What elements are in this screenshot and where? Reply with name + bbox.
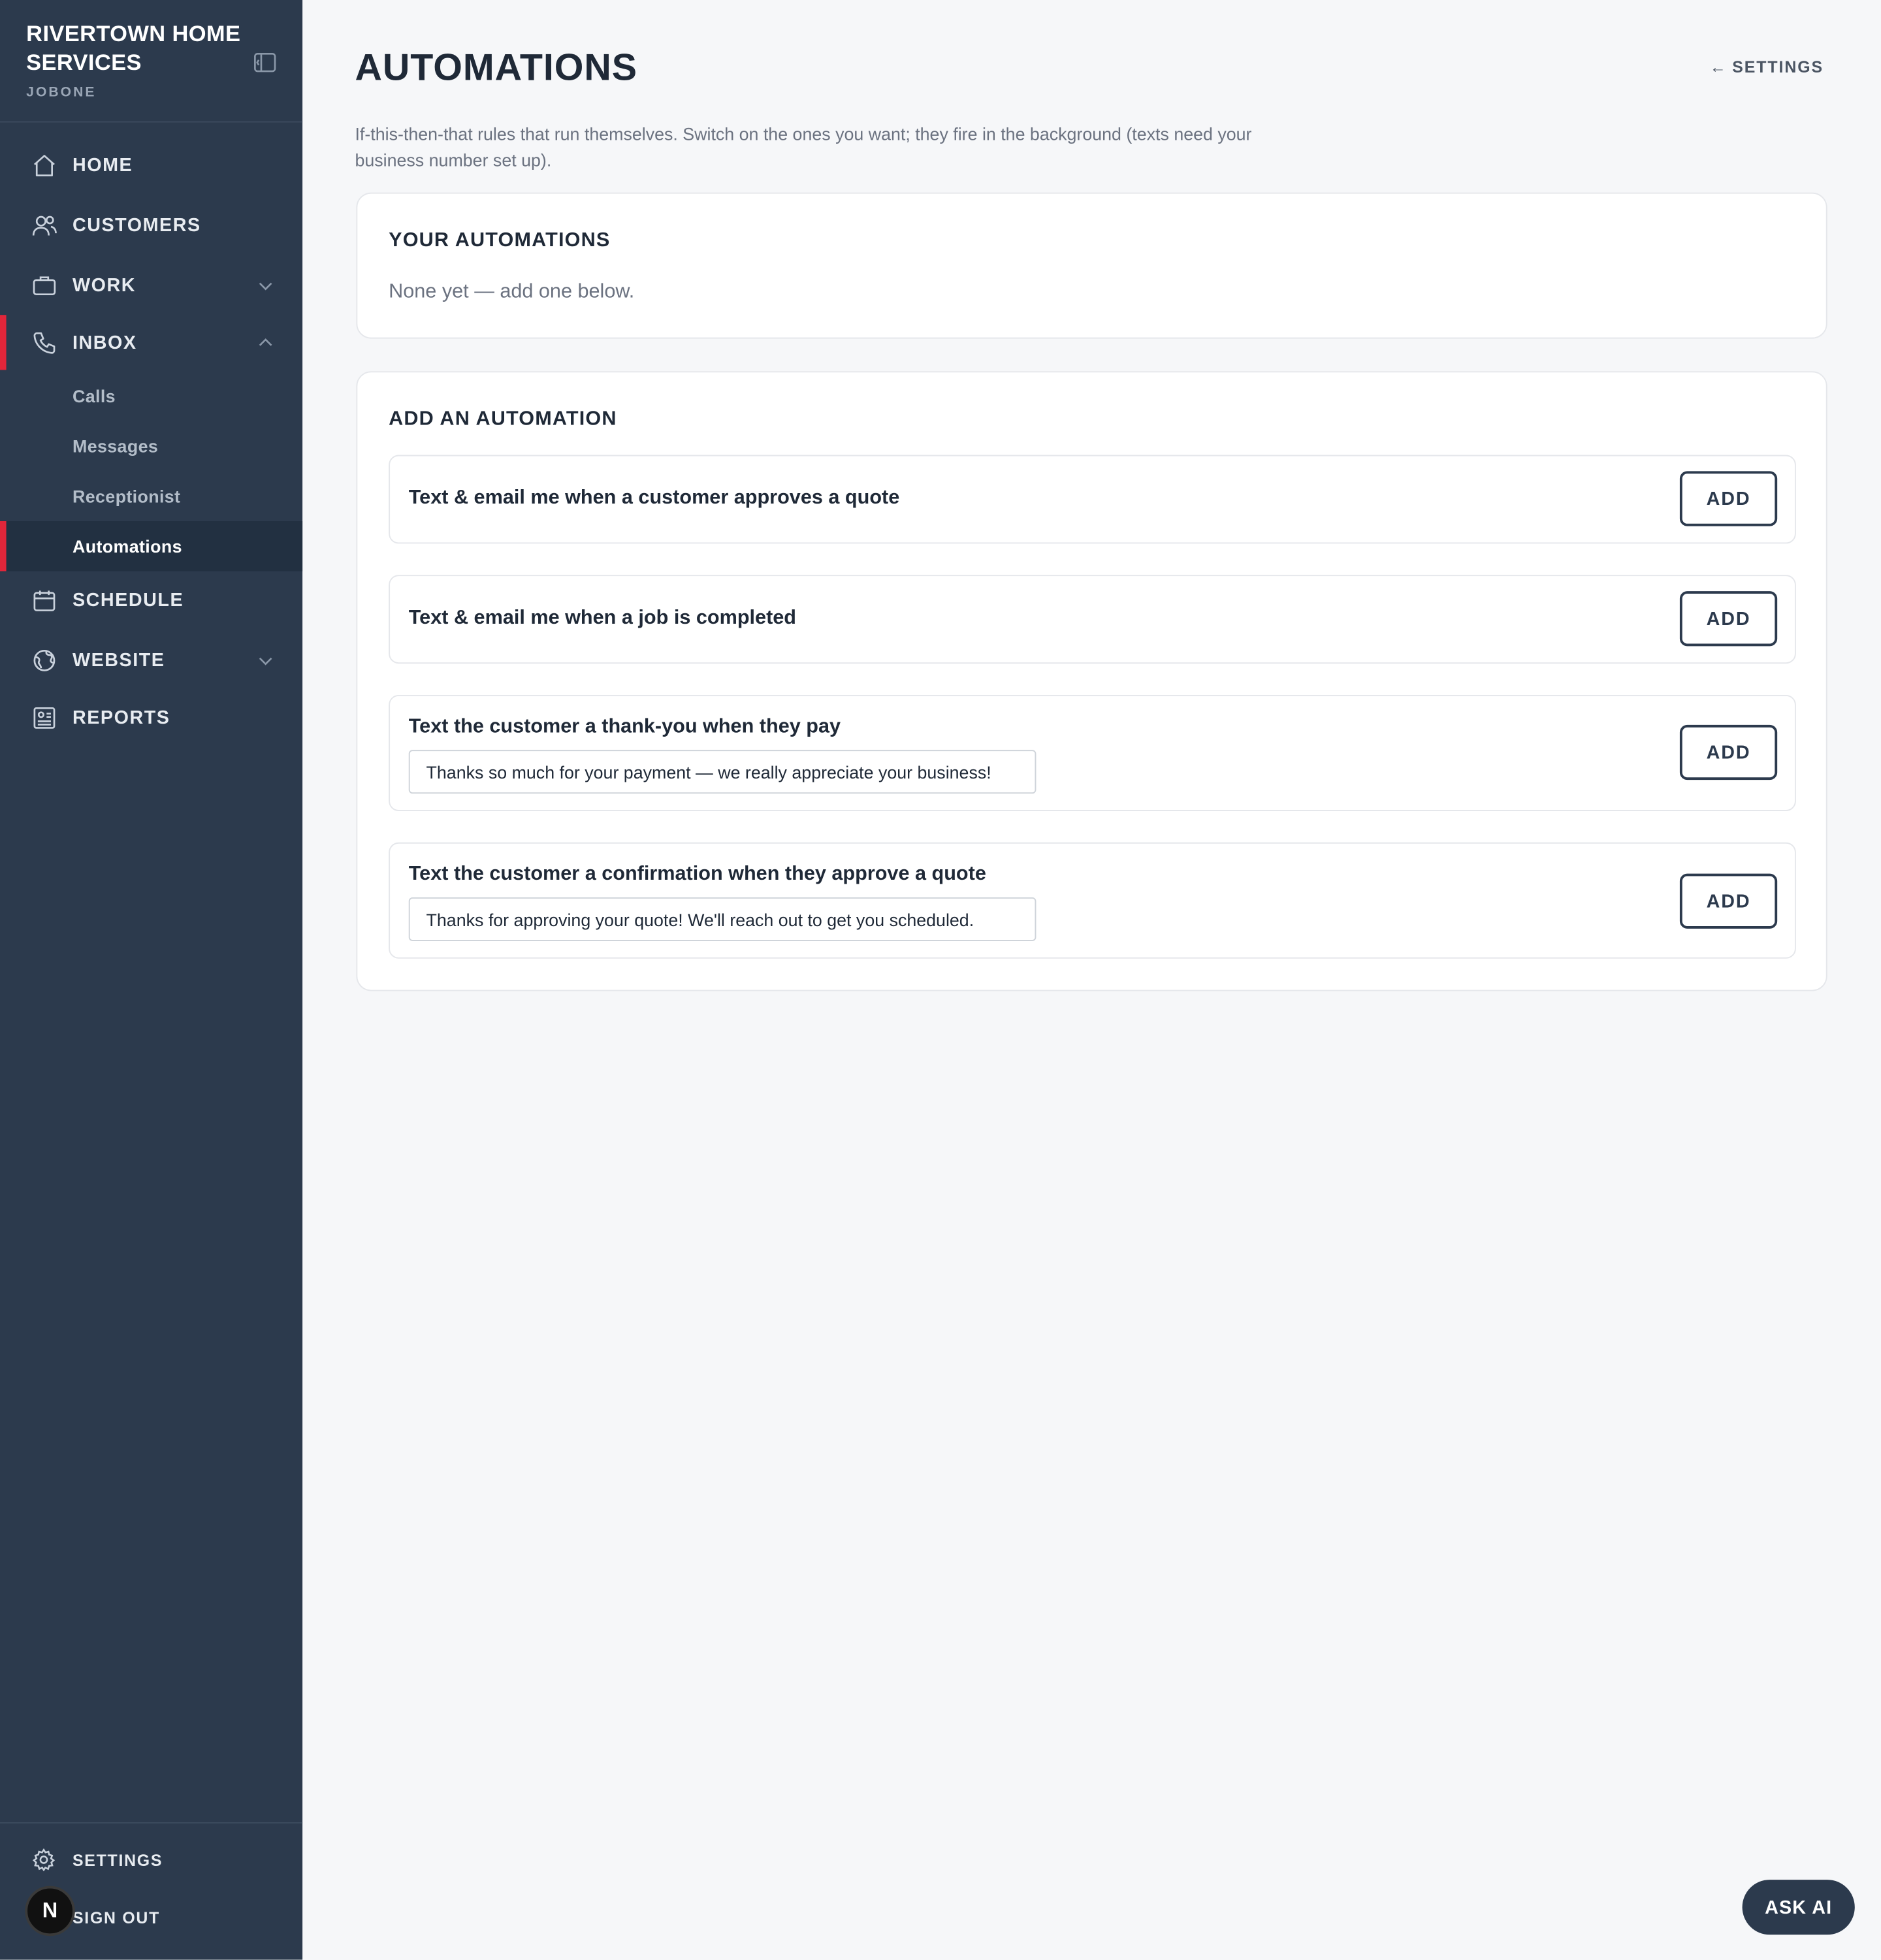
add-button[interactable]: ADD [1679,873,1778,929]
brand: RIVERTOWN HOME SERVICES JOBONE [26,20,245,101]
automation-title: Text the customer a confirmation when th… [408,863,986,885]
nav-item-customers[interactable]: CUSTOMERS [0,197,302,252]
nav-label: WEBSITE [72,649,165,671]
nav-item-website[interactable]: WEBSITE [0,632,302,687]
back-to-settings-link[interactable]: ← SETTINGS [1710,57,1824,76]
section-title: ADD AN AUTOMATION [389,408,617,430]
ask-ai-button[interactable]: ASK AI [1742,1880,1855,1935]
empty-state: None yet — add one below. [389,281,635,303]
sub-nav-label: Automations [72,536,182,556]
nav-item-work[interactable]: WORK [0,257,302,312]
automation-option: Text & email me when a customer approves… [389,455,1796,544]
nav-label: SETTINGS [72,1850,163,1869]
briefcase-icon [31,272,57,298]
add-button[interactable]: ADD [1679,591,1778,647]
back-link-label: SETTINGS [1732,57,1824,76]
nav-item-reports[interactable]: REPORTS [0,690,302,745]
message-input[interactable] [408,750,1037,794]
report-icon [31,704,57,730]
nav-item-home[interactable]: HOME [0,137,302,192]
automation-option: Text the customer a confirmation when th… [389,842,1796,959]
sub-nav-label: Messages [72,436,159,457]
chevron-down-icon [257,652,274,668]
sidebar-settings[interactable]: SETTINGS [0,1839,302,1881]
add-button[interactable]: ADD [1679,724,1778,780]
brand-name: RIVERTOWN HOME SERVICES [26,21,241,75]
gear-icon [31,1847,56,1872]
phone-icon [31,329,57,355]
brand-subtitle: JOBONE [26,85,97,101]
globe-icon [31,647,57,673]
nav-label: SIGN OUT [72,1908,161,1927]
sub-nav-label: Calls [72,386,116,406]
avatar[interactable]: N [25,1886,75,1936]
nav-label: HOME [72,154,133,176]
section-title: YOUR AUTOMATIONS [389,230,611,251]
sidebar-item-messages[interactable]: Messages [0,421,302,472]
sub-nav-label: Receptionist [72,486,181,507]
automation-title: Text & email me when a job is completed [408,607,797,629]
nav-label: CUSTOMERS [72,214,201,236]
automation-title: Text the customer a thank-you when they … [408,716,841,738]
message-input[interactable] [408,897,1037,941]
sidebar-item-calls[interactable]: Calls [0,371,302,421]
automation-title: Text & email me when a customer approves… [408,487,900,509]
collapse-sidebar-icon[interactable] [253,50,278,75]
automation-option: Text the customer a thank-you when they … [389,694,1796,811]
add-button[interactable]: ADD [1679,471,1778,526]
nav-label: INBOX [72,332,137,353]
chevron-down-icon [257,277,274,293]
nav-label: REPORTS [72,707,170,728]
sidebar-item-automations[interactable]: Automations [0,521,303,571]
arrow-left-icon: ← [1709,57,1728,76]
automation-option: Text & email me when a job is completed … [389,575,1796,664]
divider [0,1822,303,1823]
page-description: If-this-then-that rules that run themsel… [355,123,1252,170]
active-indicator [0,315,7,370]
chevron-up-icon [257,334,274,351]
nav-item-inbox[interactable]: INBOX [0,315,302,370]
active-indicator [0,521,7,571]
home-icon [31,152,57,178]
nav-label: SCHEDULE [72,589,184,611]
nav-label: WORK [72,274,137,296]
nav-item-schedule[interactable]: SCHEDULE [0,572,302,627]
your-automations-card: YOUR AUTOMATIONS None yet — add one belo… [356,192,1827,339]
sidebar: RIVERTOWN HOME SERVICES JOBONE HOME CUST… [0,0,303,1960]
page-title: AUTOMATIONS [355,47,638,89]
sidebar-item-receptionist[interactable]: Receptionist [0,471,302,521]
calendar-icon [31,586,57,613]
add-automation-card: ADD AN AUTOMATION Text & email me when a… [356,371,1827,991]
divider [0,121,303,123]
users-icon [31,212,57,238]
